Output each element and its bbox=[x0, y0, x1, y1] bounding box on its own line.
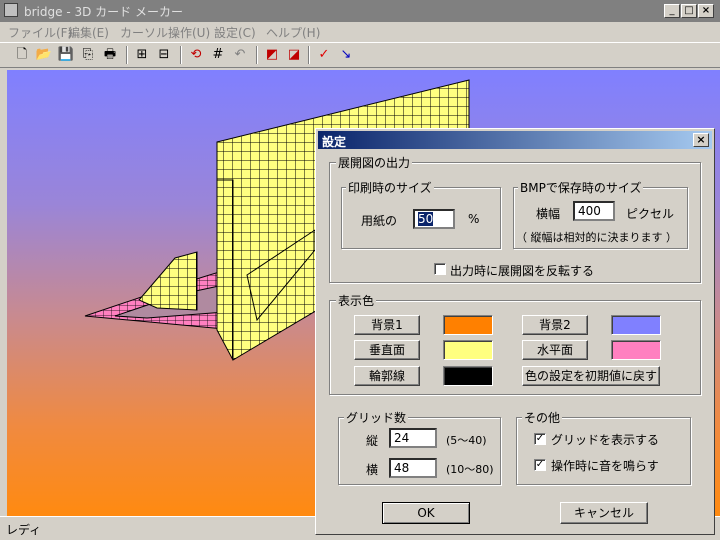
ok-button[interactable]: OK bbox=[382, 502, 470, 524]
menu-help[interactable]: ヘルプ(H) bbox=[266, 24, 320, 41]
toolbar-separator bbox=[308, 46, 310, 64]
menu-file[interactable]: ファイル(F) bbox=[8, 24, 72, 41]
toolbar: 🗋 📂 💾 ⎘ 🖶 ⊞ ⊟ ⟲ # ↶ ◩ ◪ ✓ ↘ bbox=[0, 42, 720, 68]
show-grid-label: グリッドを表示する bbox=[551, 433, 660, 447]
width-unit: ピクセル bbox=[626, 207, 675, 221]
dialog-titlebar: 設定 × bbox=[318, 131, 712, 149]
grid-vertical-range: (5〜40) bbox=[446, 434, 487, 447]
outline-swatch[interactable] bbox=[443, 366, 493, 386]
save-icon[interactable]: 💾 bbox=[56, 46, 76, 64]
toolbar-separator bbox=[256, 46, 258, 64]
dialog-close-button[interactable]: × bbox=[693, 133, 709, 147]
grid-vertical-input[interactable]: 24 bbox=[389, 428, 437, 448]
rotate-icon[interactable]: ⟲ bbox=[186, 46, 206, 64]
unfold-output-label: 展開図の出力 bbox=[336, 154, 413, 171]
toolbar-separator bbox=[180, 46, 182, 64]
sound-checkbox[interactable]: ✓ bbox=[534, 459, 546, 471]
bg2-color-button[interactable]: 背景2 bbox=[522, 315, 588, 335]
view-top-icon[interactable]: ◪ bbox=[284, 46, 304, 64]
print-icon[interactable]: 🖶 bbox=[100, 46, 120, 64]
undo-icon[interactable]: ↶ bbox=[230, 46, 250, 64]
status-text: レディ bbox=[6, 523, 42, 537]
show-grid-checkbox[interactable]: ✓ bbox=[534, 433, 546, 445]
outline-color-button[interactable]: 輪郭線 bbox=[354, 366, 420, 386]
paste-grid-icon[interactable]: ⊟ bbox=[154, 46, 174, 64]
bmp-note: （ 縦幅は相対的に決まります ） bbox=[516, 231, 677, 244]
bg2-swatch[interactable] bbox=[611, 315, 661, 335]
app-icon[interactable] bbox=[4, 3, 18, 17]
settings-dialog: 設定 × 展開図の出力 印刷時のサイズ 用紙の 50 % BMPで保存時のサイズ… bbox=[315, 128, 715, 535]
cancel-button[interactable]: キャンセル bbox=[560, 502, 648, 524]
open-folder-icon[interactable]: 📂 bbox=[34, 46, 54, 64]
grid-count-label: グリッド数 bbox=[344, 409, 409, 426]
invert-label: 出力時に展開図を反転する bbox=[450, 264, 595, 278]
copy-icon[interactable]: ⎘ bbox=[78, 46, 98, 64]
menu-edit[interactable]: 編集(E) bbox=[68, 24, 109, 41]
cut-grid-icon[interactable]: ⊞ bbox=[132, 46, 152, 64]
bmp-size-label: BMPで保存時のサイズ bbox=[518, 179, 644, 196]
toolbar-separator bbox=[126, 46, 128, 64]
grid-tool-icon[interactable]: # bbox=[208, 46, 228, 64]
other-group bbox=[516, 417, 691, 485]
menubar: ファイル(F) 編集(E) カーソル操作(U) 設定(C) ヘルプ(H) bbox=[0, 22, 720, 42]
menu-cursor[interactable]: カーソル操作(U) bbox=[120, 24, 210, 41]
display-color-label: 表示色 bbox=[336, 292, 377, 309]
grid-horizontal-range: (10〜80) bbox=[446, 463, 494, 476]
sound-label: 操作時に音を鳴らす bbox=[551, 459, 659, 473]
paper-label: 用紙の bbox=[361, 214, 398, 228]
vertical-surface-button[interactable]: 垂直面 bbox=[354, 340, 420, 360]
width-label: 横幅 bbox=[536, 207, 561, 221]
check-icon[interactable]: ✓ bbox=[314, 46, 334, 64]
bg1-swatch[interactable] bbox=[443, 315, 493, 335]
window-title: bridge - 3D カード メーカー bbox=[24, 5, 183, 19]
close-window-button[interactable]: × bbox=[698, 4, 714, 18]
vertical-surface-swatch[interactable] bbox=[443, 340, 493, 360]
paper-percent-input[interactable]: 50 bbox=[413, 209, 455, 229]
horizontal-surface-button[interactable]: 水平面 bbox=[522, 340, 588, 360]
grid-vertical-label: 縦 bbox=[366, 434, 379, 448]
menu-settings[interactable]: 設定(C) bbox=[214, 24, 256, 41]
reset-colors-button[interactable]: 色の設定を初期値に戻す bbox=[522, 366, 660, 386]
grid-horizontal-label: 横 bbox=[366, 463, 379, 477]
grid-horizontal-input[interactable]: 48 bbox=[389, 458, 437, 478]
new-file-icon[interactable]: 🗋 bbox=[12, 46, 32, 64]
view-front-icon[interactable]: ◩ bbox=[262, 46, 282, 64]
invert-checkbox[interactable] bbox=[434, 263, 446, 275]
horizontal-surface-swatch[interactable] bbox=[611, 340, 661, 360]
maximize-button[interactable]: □ bbox=[681, 4, 697, 18]
window-titlebar: bridge - 3D カード メーカー _ □ × bbox=[0, 0, 720, 22]
print-size-label: 印刷時のサイズ bbox=[346, 179, 434, 196]
arrow-tool-icon[interactable]: ↘ bbox=[336, 46, 356, 64]
bg1-color-button[interactable]: 背景1 bbox=[354, 315, 420, 335]
dialog-title: 設定 bbox=[322, 135, 347, 149]
bmp-width-input[interactable]: 400 bbox=[573, 201, 615, 221]
other-label: その他 bbox=[522, 409, 563, 426]
paper-unit: % bbox=[468, 212, 480, 226]
minimize-button[interactable]: _ bbox=[664, 4, 680, 18]
